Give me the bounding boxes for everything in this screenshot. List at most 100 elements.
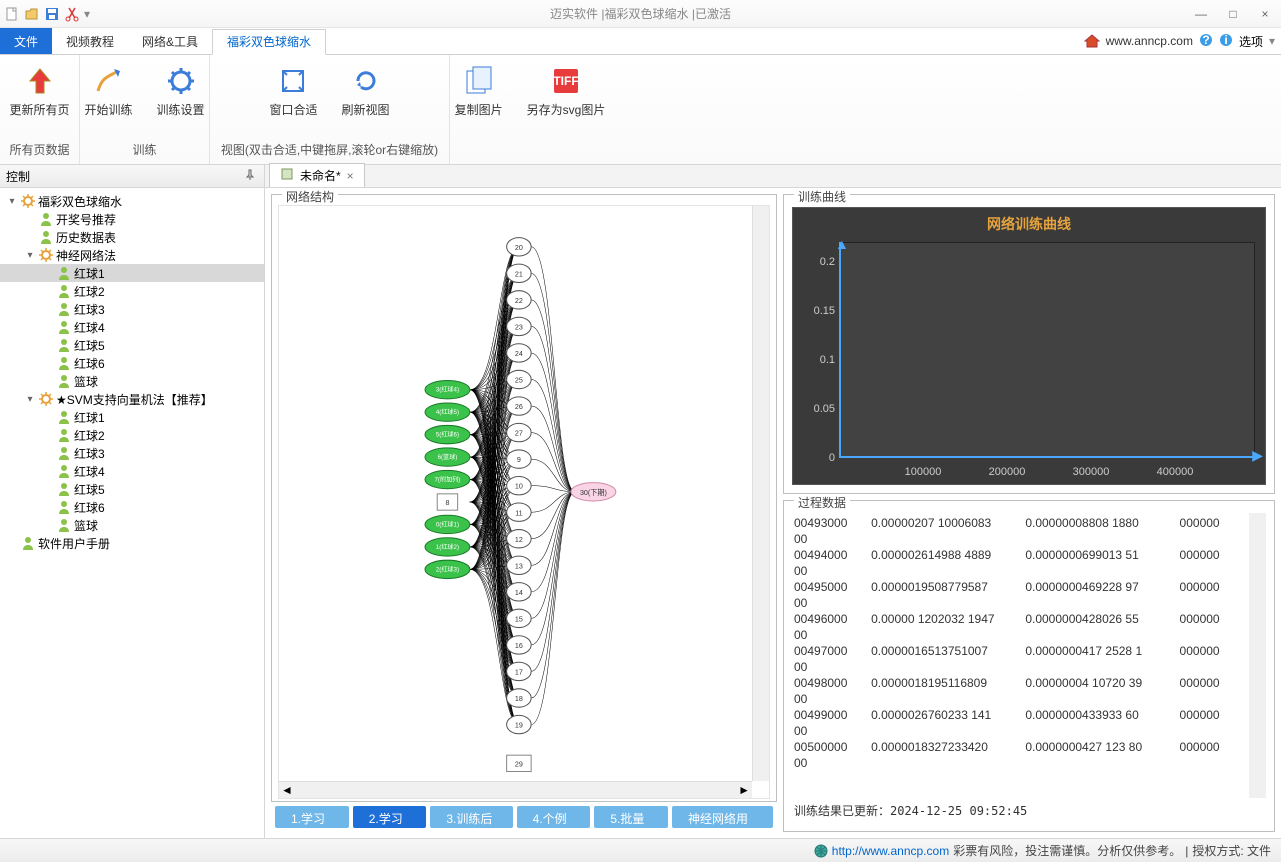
website-link[interactable]: www.anncp.com [1106, 34, 1193, 48]
bottom-tab[interactable]: 2.学习训练 [353, 806, 427, 828]
tree-node[interactable]: 红球6 [0, 354, 264, 372]
process-panel: 过程数据 004930000.00000207 100060830.000000… [783, 500, 1275, 832]
svg-text:8: 8 [445, 499, 449, 507]
sidebar: 控制 ▾福彩双色球缩水开奖号推荐历史数据表▾神经网络法红球1红球2红球3红球4红… [0, 165, 265, 838]
tree-node[interactable]: 红球1 [0, 408, 264, 426]
svg-text:29: 29 [515, 760, 523, 768]
svg-text:15: 15 [515, 615, 523, 623]
svg-text:3(红球4): 3(红球4) [436, 386, 459, 394]
svg-text:2(红球3): 2(红球3) [436, 565, 459, 573]
svg-text:30(下期): 30(下期) [580, 489, 607, 497]
close-tab-icon[interactable]: × [347, 169, 354, 183]
chart-plot-area [839, 242, 1255, 458]
svg-text:5(红球6): 5(红球6) [436, 431, 459, 439]
doc-tab[interactable]: 未命名* × [269, 163, 365, 187]
statusbar: http://www.anncp.com 彩票有风险，投注需谨慎。分析仅供参考。… [0, 838, 1281, 862]
svg-text:16: 16 [515, 642, 523, 650]
network-panel: 网络结构 20212223242526279101112131415161718… [271, 194, 777, 802]
ribbon: 更新所有页 所有页数据 开始训练 训练设置 训练 窗口合适 刷新视图 [0, 55, 1281, 165]
maximize-button[interactable]: □ [1221, 5, 1245, 23]
svg-text:14: 14 [515, 589, 523, 597]
svg-text:0(红球1): 0(红球1) [436, 521, 459, 529]
save-icon[interactable] [44, 6, 60, 22]
neural-diagram: 20212223242526279101112131415161718193(红… [279, 206, 769, 798]
process-status: 训练结果已更新：2024-12-25 09:52:45 [792, 798, 1266, 823]
scrollbar-horizontal[interactable]: ◄► [279, 781, 752, 798]
pin-icon[interactable] [244, 169, 258, 183]
help-icon[interactable]: ? [1199, 33, 1213, 50]
tab-video[interactable]: 视频教程 [52, 28, 128, 54]
copy-image-button[interactable]: 复制图片 [451, 63, 507, 120]
tab-network-tools[interactable]: 网络&工具 [128, 28, 212, 54]
footer-auth: 授权方式: 文件 [1192, 842, 1271, 859]
tree-node[interactable]: 篮球 [0, 516, 264, 534]
tree-node[interactable]: 红球3 [0, 300, 264, 318]
titlebar: ▾ 迈实软件 |福彩双色球缩水 |已激活 — □ × [0, 0, 1281, 28]
info-icon[interactable]: i [1219, 33, 1233, 50]
fit-window-button[interactable]: 窗口合适 [265, 63, 321, 120]
workspace: 网络结构 20212223242526279101112131415161718… [265, 188, 1281, 838]
cut-icon[interactable] [64, 6, 80, 22]
process-data[interactable]: 004930000.00000207 100060830.00000008808… [792, 513, 1266, 798]
new-icon[interactable] [4, 6, 20, 22]
globe-icon [814, 844, 828, 858]
options-link[interactable]: 选项 [1239, 33, 1263, 50]
svg-text:26: 26 [515, 403, 523, 411]
refresh-view-button[interactable]: 刷新视图 [338, 63, 394, 120]
tree-node[interactable]: 红球5 [0, 480, 264, 498]
tree-node[interactable]: 红球3 [0, 444, 264, 462]
footer-url[interactable]: http://www.anncp.com [832, 844, 949, 858]
tree-node[interactable]: 红球4 [0, 318, 264, 336]
svg-text:7(附加列): 7(附加列) [435, 476, 461, 484]
bottom-tabs: 1.学习样本2.学习训练3.训练后结果4.个例计算5.批量计算神经网络用户手册 [271, 802, 777, 832]
save-svg-button[interactable]: TIFF 另存为svg图片 [523, 63, 610, 120]
tree-node[interactable]: 红球1 [0, 264, 264, 282]
start-train-button[interactable]: 开始训练 [80, 63, 136, 120]
tab-lottery[interactable]: 福彩双色球缩水 [212, 29, 326, 55]
tree-view[interactable]: ▾福彩双色球缩水开奖号推荐历史数据表▾神经网络法红球1红球2红球3红球4红球5红… [0, 188, 264, 838]
tree-node[interactable]: 红球2 [0, 426, 264, 444]
bottom-tab[interactable]: 5.批量计算 [594, 806, 668, 828]
scrollbar-vertical[interactable] [752, 206, 769, 781]
bottom-tab[interactable]: 1.学习样本 [275, 806, 349, 828]
bottom-tab[interactable]: 神经网络用户手册 [672, 806, 773, 828]
chart: 网络训练曲线 ▲ ▶ 00.050.10.150.210000020000030… [792, 207, 1266, 485]
svg-text:24: 24 [515, 350, 523, 358]
main-area: 控制 ▾福彩双色球缩水开奖号推荐历史数据表▾神经网络法红球1红球2红球3红球4红… [0, 165, 1281, 838]
bottom-tab[interactable]: 4.个例计算 [517, 806, 591, 828]
minimize-button[interactable]: — [1189, 5, 1213, 23]
tree-node[interactable]: 篮球 [0, 372, 264, 390]
tab-file[interactable]: 文件 [0, 28, 52, 54]
open-icon[interactable] [24, 6, 40, 22]
tree-node[interactable]: 开奖号推荐 [0, 210, 264, 228]
svg-text:18: 18 [515, 695, 523, 703]
home-icon[interactable] [1084, 34, 1100, 48]
window-title: 迈实软件 |福彩双色球缩水 |已激活 [550, 5, 731, 22]
tree-node[interactable]: 红球2 [0, 282, 264, 300]
tree-node[interactable]: 历史数据表 [0, 228, 264, 246]
tree-node[interactable]: 红球4 [0, 462, 264, 480]
svg-text:TIFF: TIFF [553, 74, 578, 88]
close-button[interactable]: × [1253, 5, 1277, 23]
content: 未命名* × 网络结构 2021222324252627910111213141… [265, 165, 1281, 838]
tree-node[interactable]: 红球5 [0, 336, 264, 354]
quick-access-toolbar: ▾ [4, 6, 90, 22]
tree-node[interactable]: ▾神经网络法 [0, 246, 264, 264]
svg-text:4(红球5): 4(红球5) [436, 408, 459, 416]
svg-text:11: 11 [515, 509, 522, 517]
svg-text:13: 13 [515, 562, 523, 570]
tree-node[interactable]: 红球6 [0, 498, 264, 516]
network-canvas[interactable]: 20212223242526279101112131415161718193(红… [278, 205, 770, 799]
window-controls: — □ × [1189, 5, 1277, 23]
tree-node[interactable]: 软件用户手册 [0, 534, 264, 552]
tree-node[interactable]: ▾福彩双色球缩水 [0, 192, 264, 210]
svg-text:25: 25 [515, 377, 523, 385]
svg-text:?: ? [1202, 33, 1209, 47]
tree-node[interactable]: ▾★SVM支持向量机法【推荐】 [0, 390, 264, 408]
svg-text:22: 22 [515, 297, 523, 305]
bottom-tab[interactable]: 3.训练后结果 [430, 806, 512, 828]
svg-text:19: 19 [515, 722, 523, 730]
train-settings-button[interactable]: 训练设置 [153, 63, 209, 120]
svg-text:23: 23 [515, 323, 523, 331]
refresh-all-button[interactable]: 更新所有页 [6, 63, 74, 120]
